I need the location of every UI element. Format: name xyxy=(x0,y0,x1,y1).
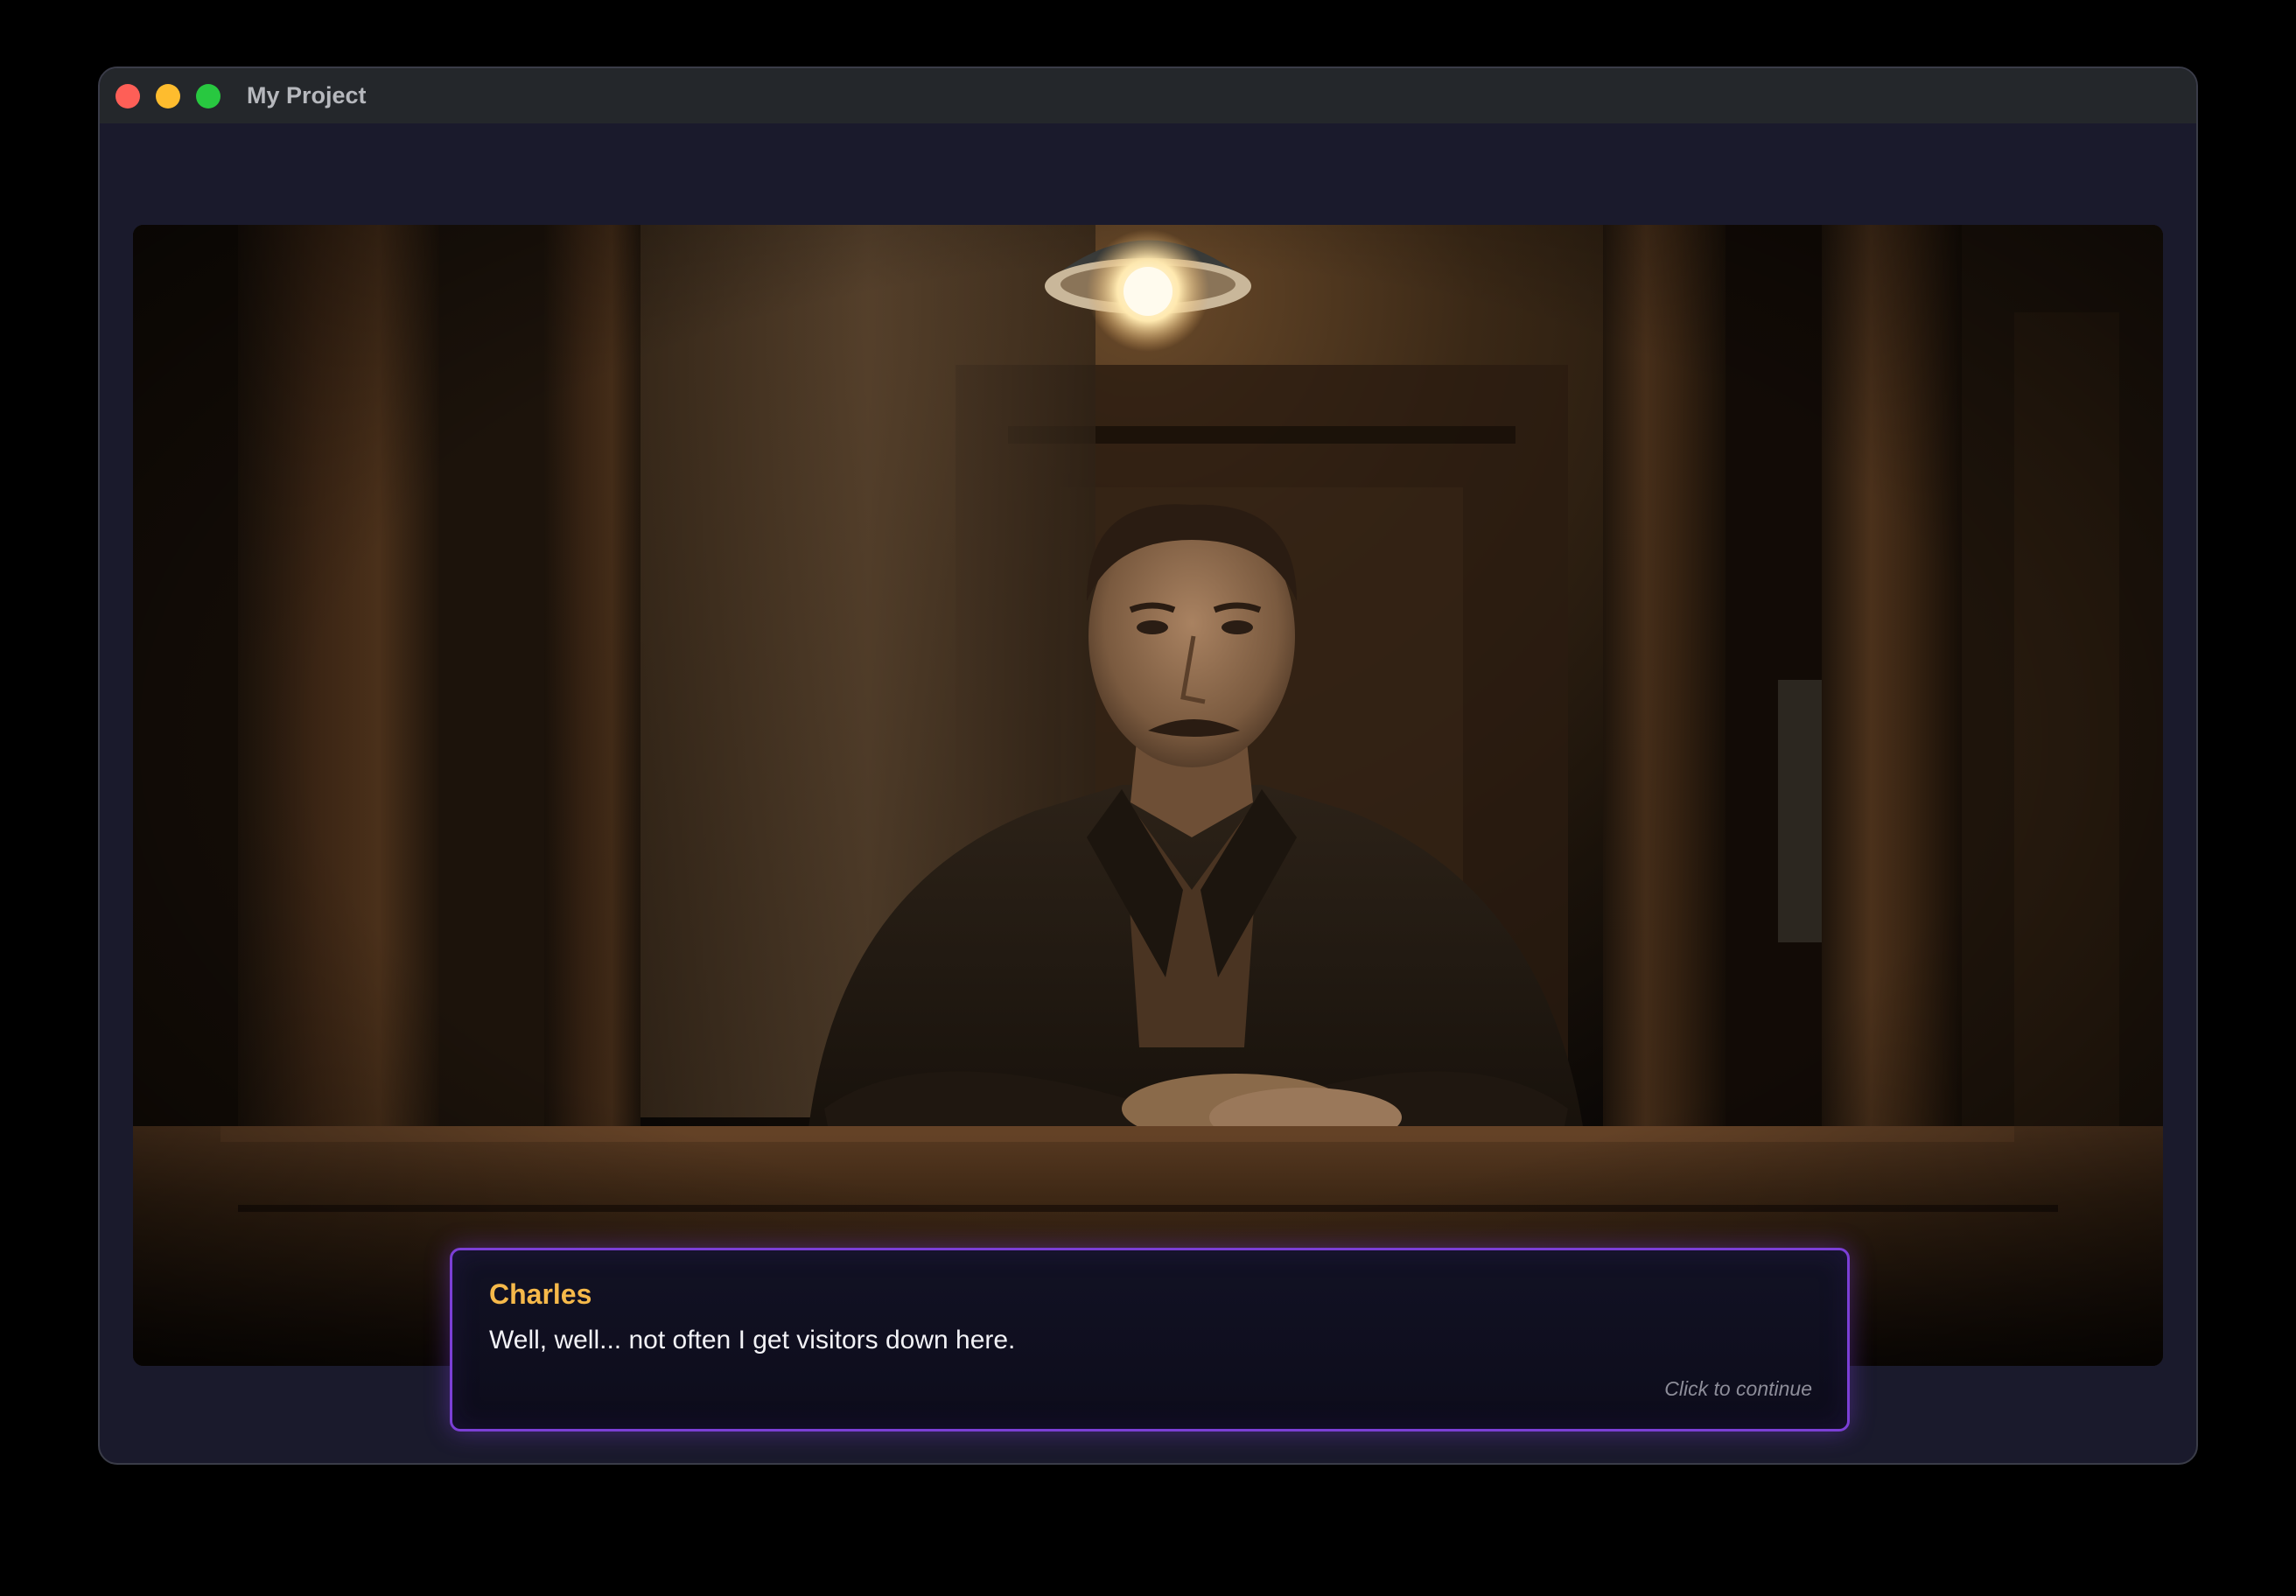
close-window-button[interactable] xyxy=(116,84,140,108)
minimize-window-button[interactable] xyxy=(156,84,180,108)
speaker-name: Charles xyxy=(489,1278,592,1310)
continue-prompt: Click to continue xyxy=(1664,1377,1812,1400)
scene-background[interactable] xyxy=(133,225,2163,1366)
title-bar: My Project xyxy=(100,68,2196,123)
dialogue-box[interactable]: Charles Well, well... not often I get vi… xyxy=(450,1248,1850,1432)
scene-illustration xyxy=(133,225,2163,1366)
dialogue-text: Well, well... not often I get visitors d… xyxy=(489,1326,1016,1354)
window-title: My Project xyxy=(247,82,367,108)
maximize-window-button[interactable] xyxy=(196,84,220,108)
app-window: My Project Charles Well, well... not oft… xyxy=(98,66,2198,1465)
